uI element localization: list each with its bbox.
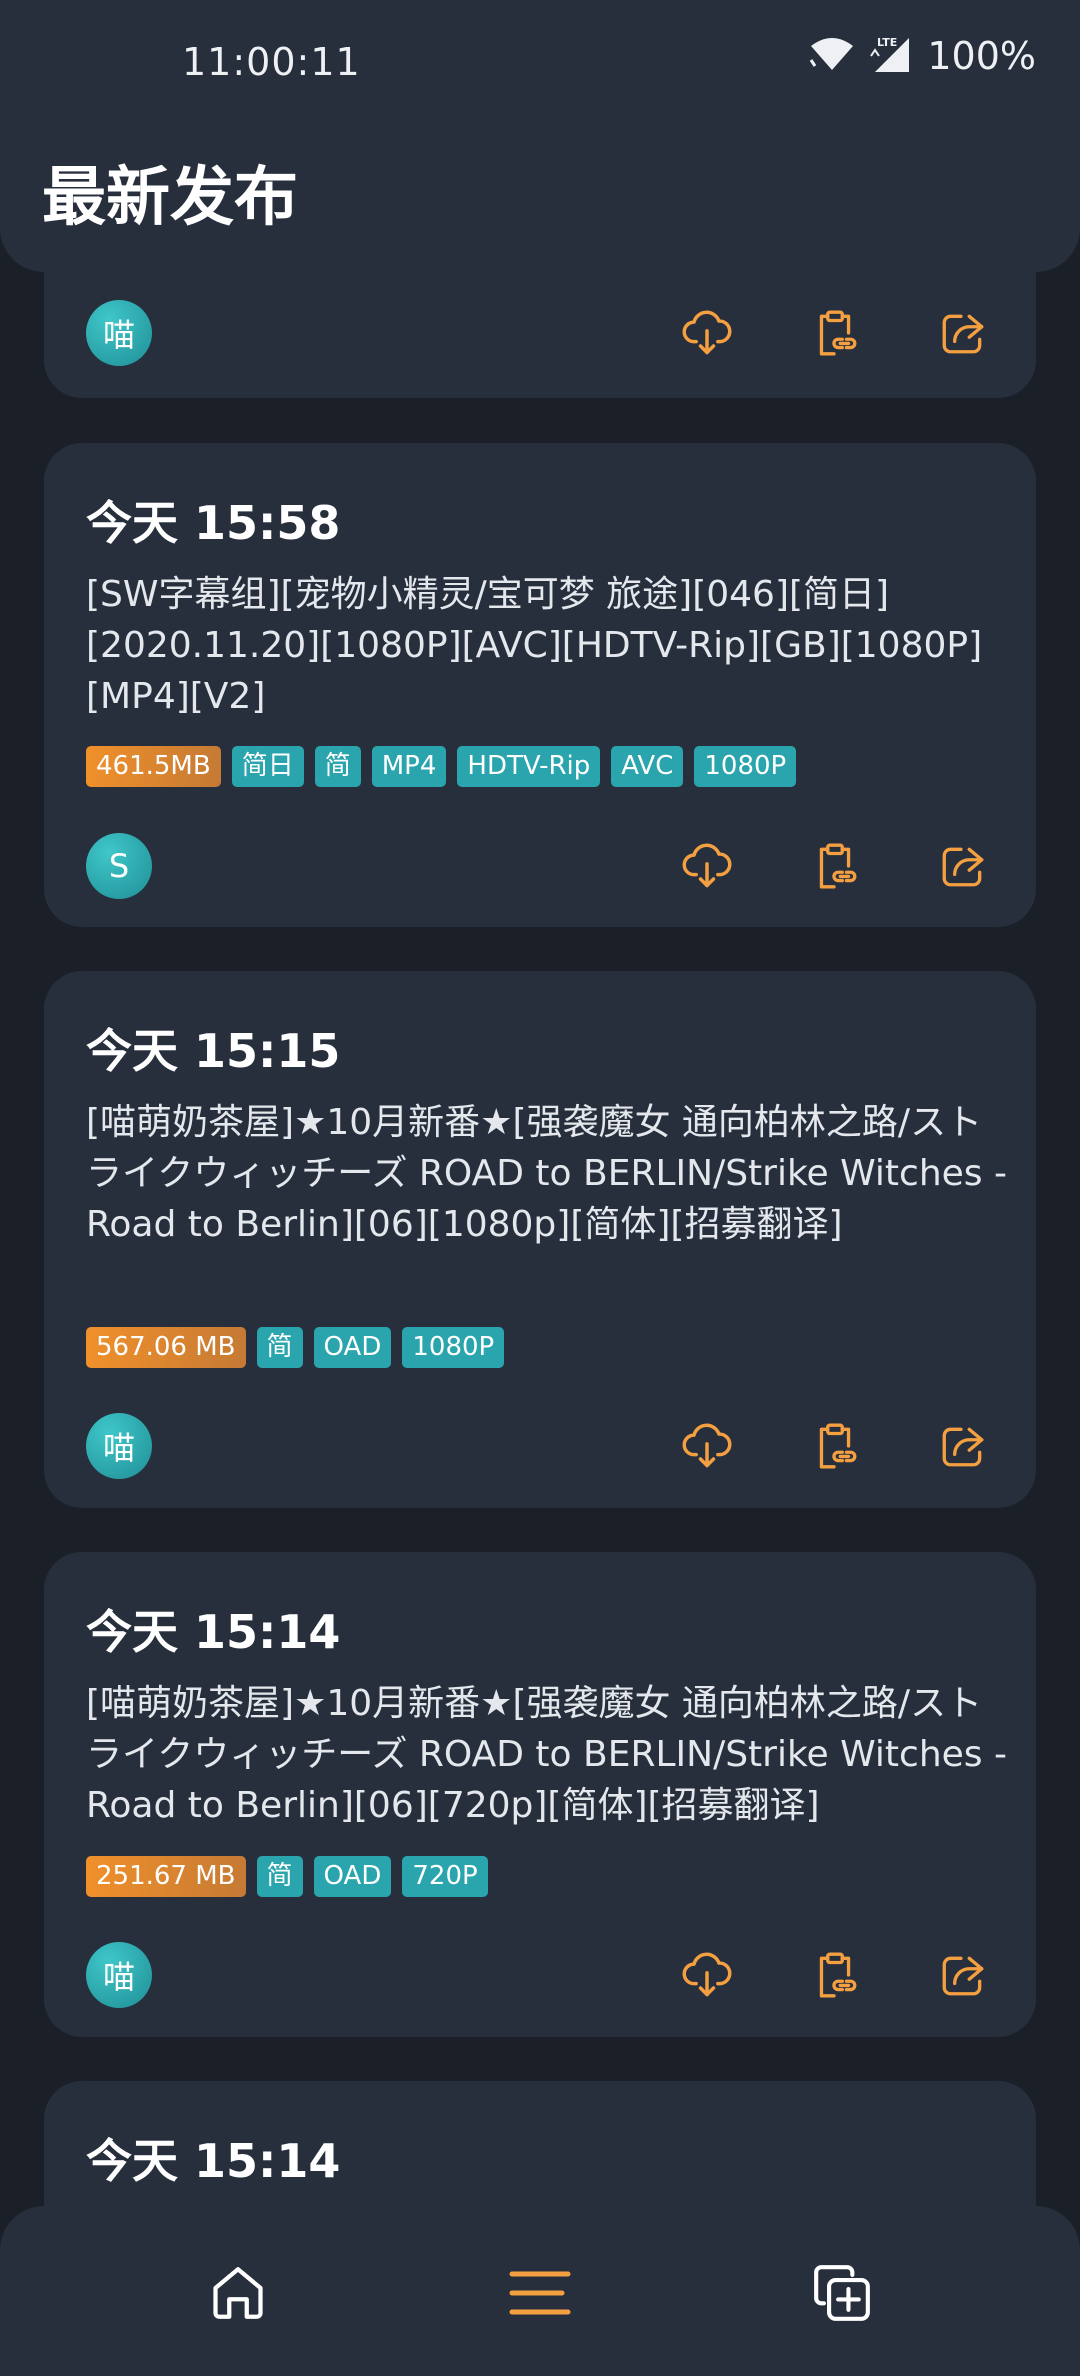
share-button[interactable] [934, 837, 992, 895]
publisher-avatar[interactable]: 喵 [86, 1413, 152, 1479]
card-footer: 喵 [86, 1413, 994, 1479]
copy-link-button[interactable] [806, 1417, 864, 1475]
card-footer: 喵 [86, 1942, 994, 2008]
size-tag: 567.06 MB [86, 1327, 246, 1368]
download-button[interactable] [678, 837, 736, 895]
size-tag: 461.5MB [86, 746, 221, 787]
tag: OAD [313, 1327, 392, 1368]
screen: 11:00:11 LTE 100% 最新发布 喵 今天 15:58 [SW字幕组… [0, 0, 1080, 2376]
copy-link-button[interactable] [806, 304, 864, 362]
release-time: 今天 15:14 [86, 2134, 341, 2188]
download-button[interactable] [678, 1946, 736, 2004]
page-title: 最新发布 [42, 161, 298, 235]
tag-list: 461.5MB 简日 简 MP4 HDTV-Rip AVC 1080P [86, 746, 797, 787]
tag: AVC [611, 746, 684, 787]
share-button[interactable] [934, 304, 992, 362]
status-time: 11:00:11 [182, 40, 361, 84]
cloud-download-icon [682, 1952, 732, 1997]
release-card[interactable]: 今天 15:15 [喵萌奶茶屋]★10月新番★[强袭魔女 通向柏林之路/ストライ… [44, 971, 1036, 1508]
copy-link-button[interactable] [806, 1946, 864, 2004]
release-title: [SW字幕组][宠物小精灵/宝可梦 旅途][046][简日][2020.11.2… [86, 574, 983, 717]
tag-list: 567.06 MB 简 OAD 1080P [86, 1327, 505, 1368]
share-button[interactable] [934, 1946, 992, 2004]
copy-link-button[interactable] [806, 837, 864, 895]
publisher-avatar[interactable]: 喵 [86, 300, 152, 366]
share-icon [942, 1956, 984, 1996]
tag: 简 [256, 1856, 303, 1897]
battery-level: 100% [927, 34, 1036, 78]
tag: OAD [313, 1856, 392, 1897]
tag: 简 [314, 746, 361, 787]
tag: 1080P [694, 746, 797, 787]
svg-text:LTE: LTE [877, 36, 897, 49]
nav-home[interactable] [203, 2258, 273, 2328]
cloud-download-icon [682, 843, 732, 888]
publisher-avatar[interactable]: 喵 [86, 1942, 152, 2008]
tag: HDTV-Rip [457, 746, 601, 787]
tag: 简日 [231, 746, 304, 787]
clipboard-link-icon [819, 843, 857, 889]
wifi-icon [809, 36, 855, 76]
publisher-avatar[interactable]: S [86, 833, 152, 899]
size-tag: 251.67 MB [86, 1856, 246, 1897]
clipboard-link-icon [819, 1952, 857, 1998]
add-icon [814, 2265, 870, 2321]
home-icon [213, 2267, 263, 2319]
release-card[interactable]: 今天 15:58 [SW字幕组][宠物小精灵/宝可梦 旅途][046][简日][… [44, 443, 1036, 927]
card-footer: S [86, 833, 994, 899]
tag-list: 251.67 MB 简 OAD 720P [86, 1856, 488, 1897]
share-icon [942, 314, 984, 354]
card-footer: 喵 [86, 300, 994, 366]
share-button[interactable] [934, 1417, 992, 1475]
clipboard-link-icon [819, 1423, 857, 1469]
release-title: [喵萌奶茶屋]★10月新番★[强袭魔女 通向柏林之路/ストライクウィッチーズ R… [86, 1683, 1007, 1826]
tag: MP4 [371, 746, 447, 787]
download-button[interactable] [678, 304, 736, 362]
share-icon [942, 1427, 984, 1467]
cloud-download-icon [682, 1423, 732, 1468]
release-card[interactable]: 今天 15:14 [喵萌奶茶屋]★10月新番★[强袭魔女 通向柏林之路/ストライ… [44, 1552, 1036, 2037]
lte-signal-icon: LTE [869, 34, 913, 78]
tag: 简 [256, 1327, 303, 1368]
tag: 1080P [402, 1327, 505, 1368]
clipboard-link-icon [819, 310, 857, 356]
cloud-download-icon [682, 310, 732, 355]
download-button[interactable] [678, 1417, 736, 1475]
nav-add[interactable] [807, 2258, 877, 2328]
status-icons: LTE 100% [809, 34, 1036, 78]
list-icon [509, 2271, 571, 2315]
release-time: 今天 15:15 [86, 1024, 341, 1078]
bottom-navigation [0, 2206, 1080, 2376]
nav-list[interactable] [505, 2258, 575, 2328]
share-icon [942, 847, 984, 887]
release-time: 今天 15:14 [86, 1605, 341, 1659]
release-time: 今天 15:58 [86, 496, 341, 550]
app-header: 11:00:11 LTE 100% 最新发布 [0, 0, 1080, 272]
tag: 720P [402, 1856, 488, 1897]
release-title: [喵萌奶茶屋]★10月新番★[强袭魔女 通向柏林之路/ストライクウィッチーズ R… [86, 1102, 1007, 1245]
